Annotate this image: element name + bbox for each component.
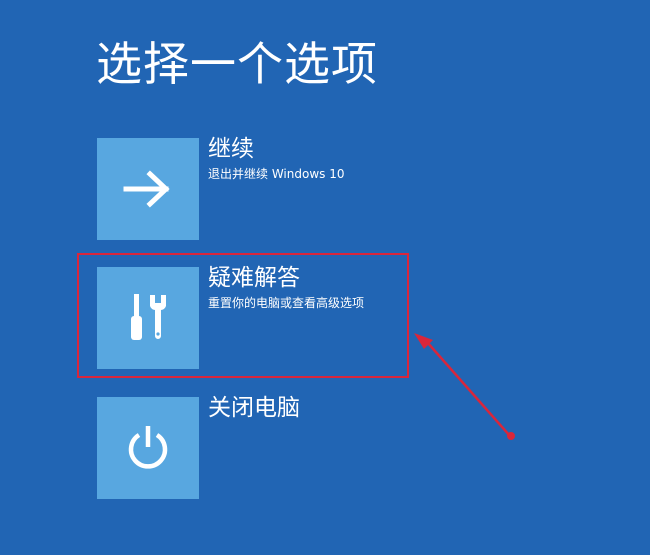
shutdown-title: 关闭电脑 (208, 395, 300, 421)
continue-title: 继续 (208, 136, 254, 162)
continue-option[interactable]: 继续 退出并继续 Windows 10 (97, 136, 417, 241)
troubleshoot-description: 重置你的电脑或查看高级选项 (208, 296, 365, 310)
troubleshoot-option[interactable]: 疑难解答 重置你的电脑或查看高级选项 (97, 265, 417, 370)
tools-icon (131, 294, 166, 340)
arrow-right-icon (123, 170, 170, 208)
continue-tile[interactable] (97, 138, 199, 240)
shutdown-option[interactable]: 关闭电脑 (97, 395, 417, 500)
shutdown-tile[interactable] (97, 397, 199, 499)
troubleshoot-tile[interactable] (97, 267, 199, 369)
continue-description: 退出并继续 Windows 10 (208, 167, 345, 181)
troubleshoot-title: 疑难解答 (208, 265, 300, 291)
power-icon (128, 426, 168, 469)
page-title: 选择一个选项 (96, 37, 378, 91)
